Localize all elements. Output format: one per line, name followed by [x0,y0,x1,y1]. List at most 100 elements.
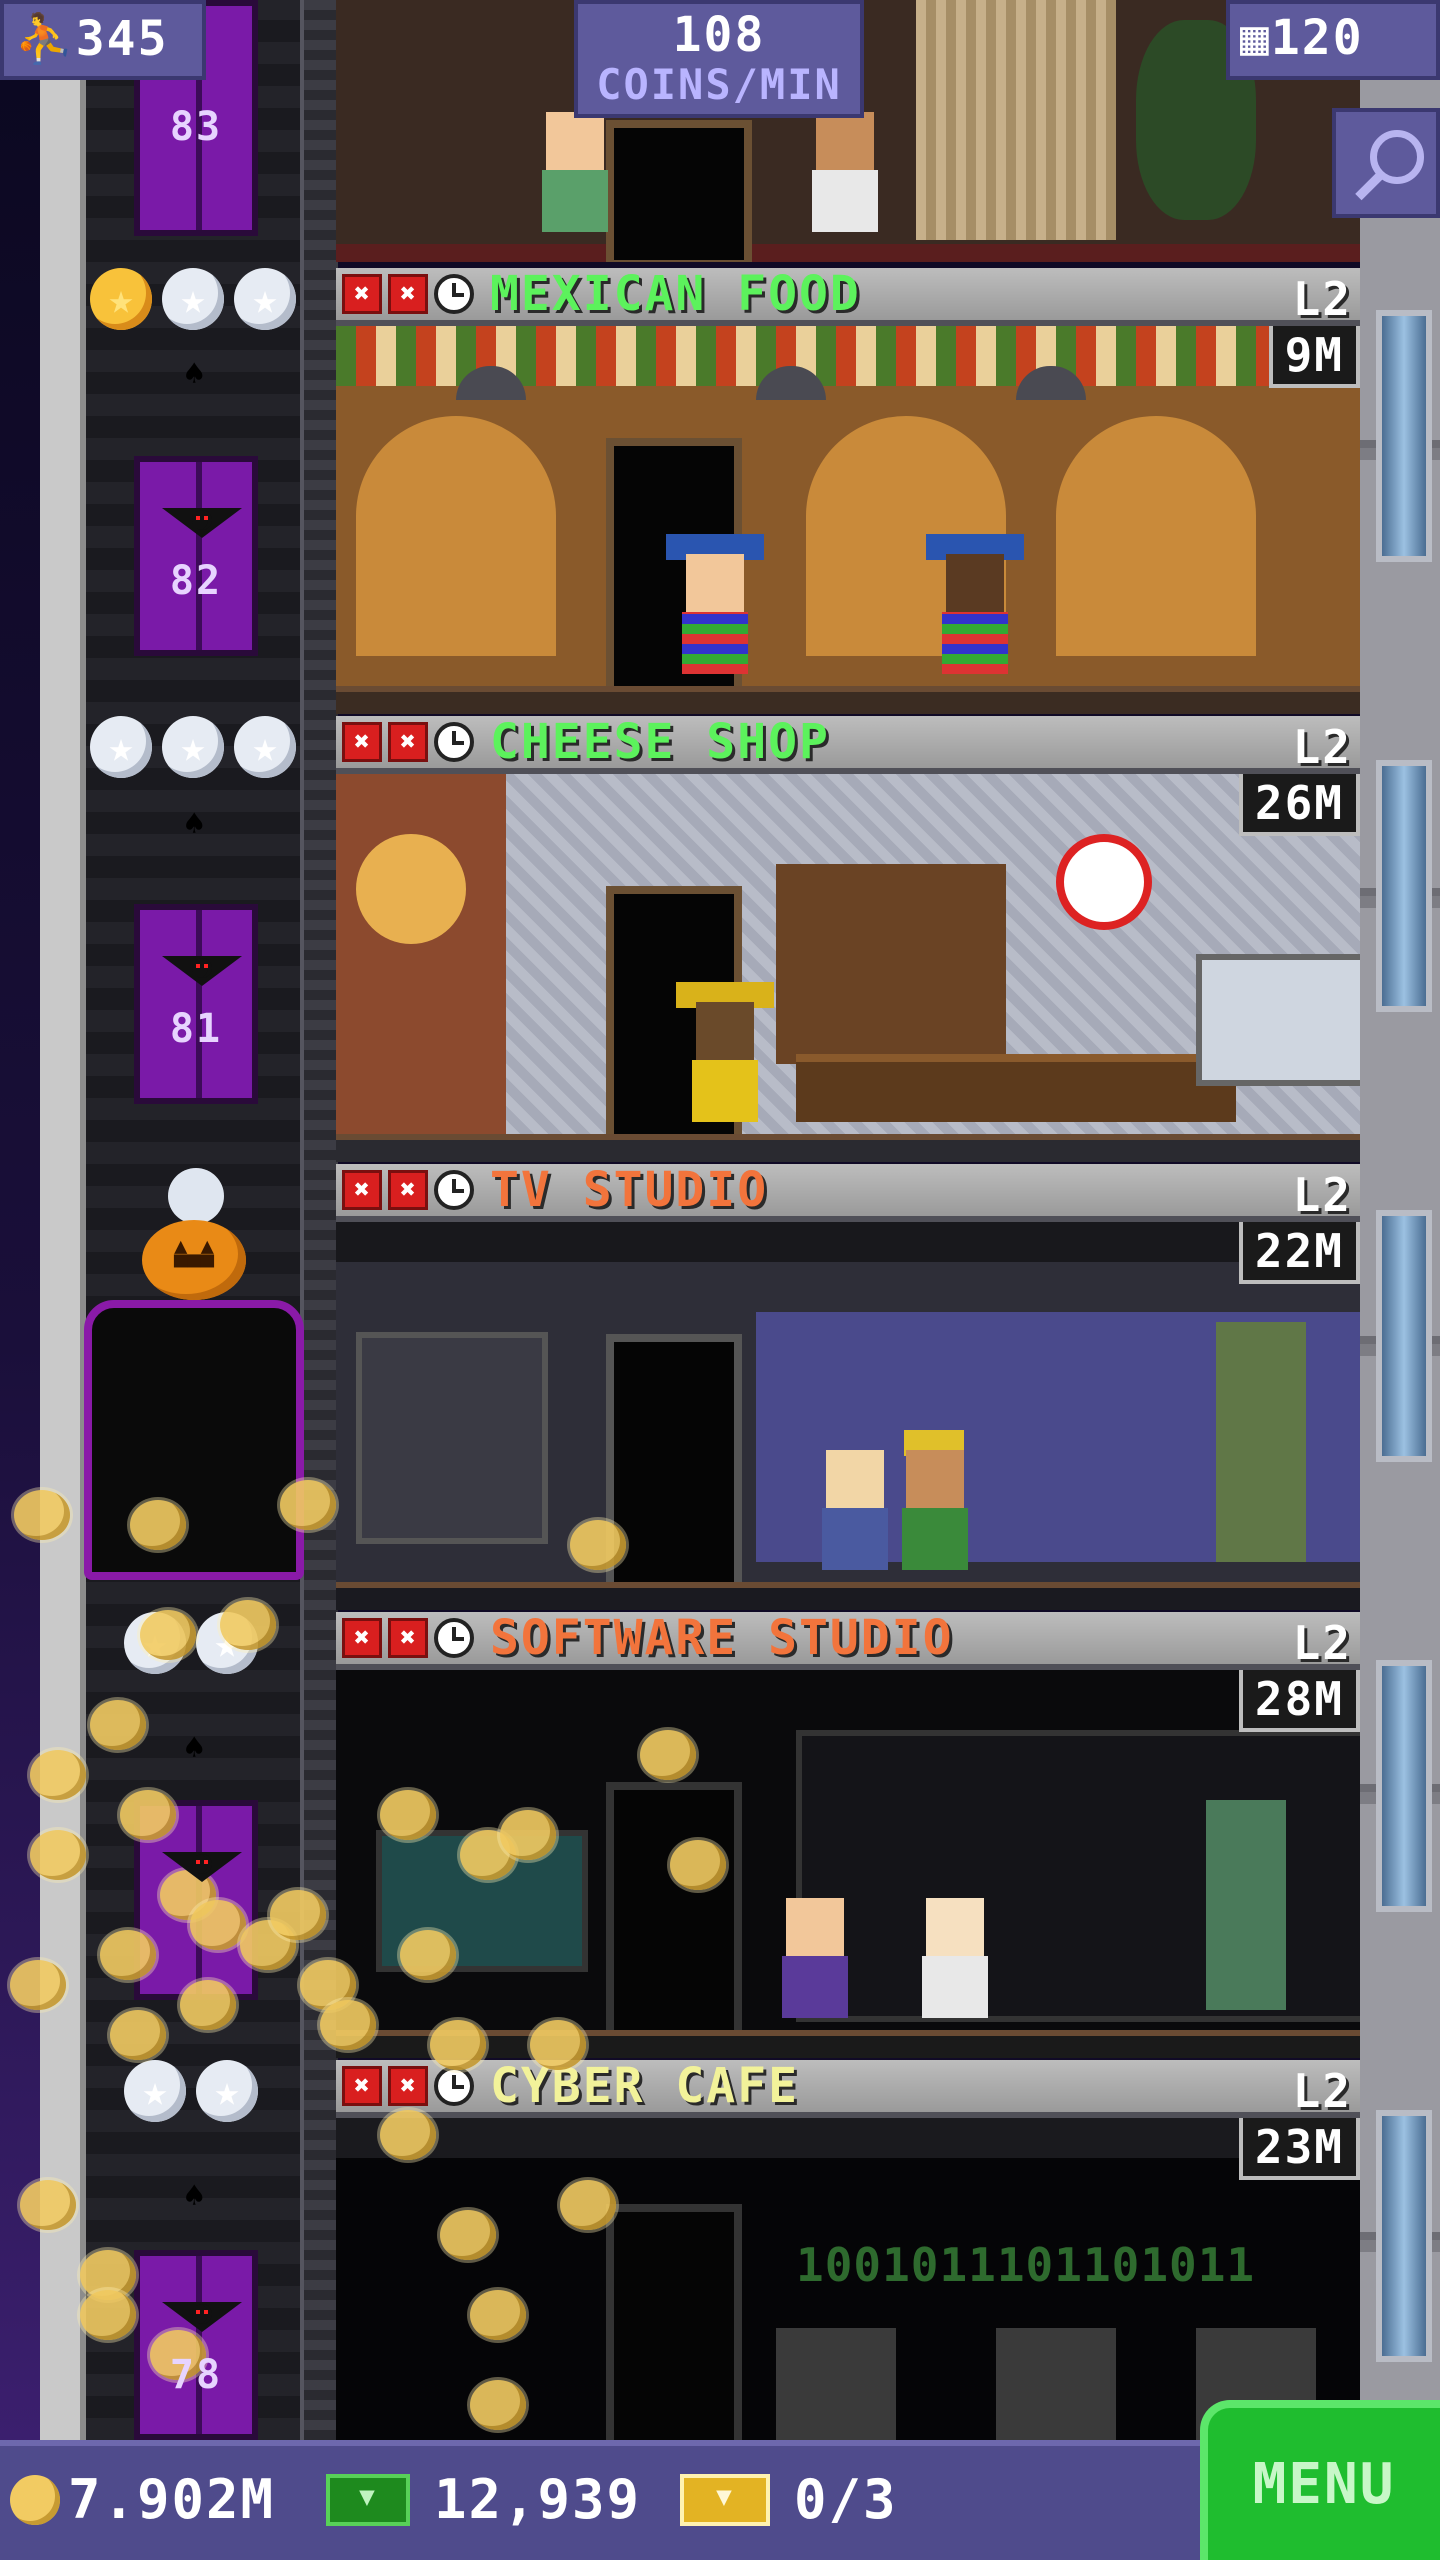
empty-slot-x-icon [342,1170,382,1210]
floor-tv-studio[interactable]: TV STUDIO L2 22M [336,1162,1360,1610]
resident-figure [926,524,1024,674]
floor-income: 9M [1268,326,1360,388]
coin-rate-label: COINS/MIN [596,60,842,109]
room-interior [336,774,1360,1162]
floor-header: MEXICAN FOOD L2 [336,266,1360,326]
elevator-door[interactable]: 82 [134,456,258,656]
plant-icon [1216,1322,1306,1562]
building-window [1376,310,1432,562]
building-window [1376,760,1432,1012]
silver-star-icon [90,716,152,778]
empty-slot-x-icon [388,274,428,314]
elevator-floor-number: 78 [169,2352,223,2398]
ticket-counter[interactable]: 0/3 [680,2468,898,2531]
resident-figure [776,1868,854,2018]
empty-slot-x-icon [342,1618,382,1658]
elevator-cable-rail [300,0,338,2440]
floor-rating-stars [90,268,296,338]
floor-level: L2 [1292,720,1352,774]
floor-rating-stars [124,2060,258,2130]
gold-star-icon [90,268,152,330]
menu-button[interactable]: MENU [1200,2400,1440,2560]
building-window [1376,1660,1432,1912]
golden-ticket-icon [680,2473,770,2526]
floor-cheese-shop[interactable]: CHEESE SHOP L2 26M [336,714,1360,1162]
population-badge[interactable]: ⛹345 [0,0,206,80]
resident-figure [676,972,774,1122]
computer-terminal [996,2328,1116,2440]
coin-rate-value: 108 [672,7,766,63]
bat-icon [162,508,242,540]
elevator-car-coffin[interactable] [84,1300,304,1580]
floor-header: CYBER CAFE L2 [336,2058,1360,2118]
floor-income: 22M [1238,1222,1360,1284]
floor-header: TV STUDIO L2 [336,1162,1360,1222]
room-interior [336,1222,1360,1610]
floor-level: L2 [1292,2064,1352,2118]
elevator-door[interactable]: 81 [134,904,258,1104]
floor-name: TV STUDIO [490,1162,769,1218]
clock-icon [434,1618,474,1658]
floor-name: SOFTWARE STUDIO [490,1610,954,1666]
floor-name: CHEESE SHOP [490,714,830,770]
empty-slot-x-icon [342,722,382,762]
resident-figure [666,524,764,674]
zoom-out-button[interactable] [1332,108,1440,218]
space-background [0,0,40,2440]
floor-name: MEXICAN FOOD [490,266,861,322]
floor-name: CYBER CAFE [490,2058,799,2114]
building-icon: ▦ [1240,10,1271,66]
elevator-rail [40,0,86,2440]
floor-level: L2 [1292,1616,1352,1670]
coins-per-minute-badge: 108 COINS/MIN [574,0,864,118]
floor-mexican-food[interactable]: MEXICAN FOOD L2 9M [336,266,1360,714]
elevator-floor-number: 83 [169,104,223,150]
wall-lamp-icon [184,1728,206,1768]
floor-count-badge[interactable]: ▦120 [1226,0,1440,80]
empty-slot-x-icon [342,274,382,314]
coin-balance[interactable]: 7.902M [10,2468,275,2531]
resident-figure [816,1420,894,1570]
floor-header: CHEESE SHOP L2 [336,714,1360,774]
pumpkin-icon [142,1220,246,1300]
ghost-hat-icon [168,1168,224,1224]
doorway [606,1782,742,2038]
resident-figure [916,1868,994,2018]
filing-cabinet [1206,1800,1286,2010]
floor-income: 28M [1238,1670,1360,1732]
empty-slot-x-icon [388,1618,428,1658]
doorway [606,2204,742,2440]
floor-count: 120 [1270,10,1364,66]
building-window [1376,1210,1432,1462]
person-icon: ⛹ [14,11,76,67]
floor-income: 26M [1238,774,1360,836]
bux-balance-value: 12,939 [434,2468,642,2531]
cheese-wheel-icon [356,834,466,944]
elevator-floor-number: 82 [169,558,223,604]
empty-slot-x-icon [388,722,428,762]
silver-star-icon [124,2060,186,2122]
bux-balance[interactable]: 12,939 [326,2468,641,2531]
empty-slot-x-icon [342,2066,382,2106]
silver-star-icon [234,716,296,778]
doorway [606,1334,742,1590]
silver-star-icon [196,2060,258,2122]
silver-star-icon [234,268,296,330]
elevator-floor-number: 81 [169,1006,223,1052]
empty-slot-x-icon [388,2066,428,2106]
bux-icon [326,2473,410,2526]
silver-star-icon [162,716,224,778]
wall-lamp-icon [184,2176,206,2216]
control-monitors [356,1332,548,1544]
binary-wall-text: 1001011101101011 [796,2238,1256,2292]
clock-icon [434,722,474,762]
floor-level: L2 [1292,272,1352,326]
shop-counter [796,1054,1236,1122]
computer-terminal [776,2328,896,2440]
floor-header: SOFTWARE STUDIO L2 [336,1610,1360,1670]
bat-icon [162,956,242,988]
wall-lamp-icon [184,354,206,394]
coin-balance-value: 7.902M [68,2468,276,2531]
clock-icon [434,2066,474,2106]
resident-figure [896,1420,974,1570]
